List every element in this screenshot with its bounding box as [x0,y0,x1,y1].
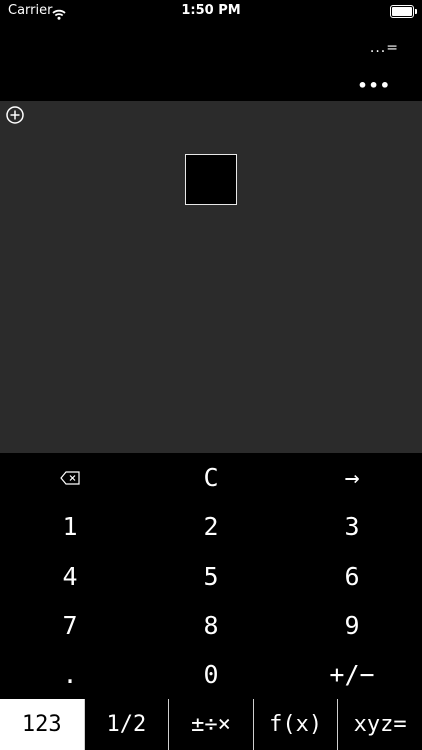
keypad: C → 1 2 3 4 5 6 7 8 9 . 0 +/− [0,453,422,699]
digit-2-key[interactable]: 2 [151,502,271,551]
plus-minus-key[interactable]: +/− [292,650,412,699]
status-time: 1:50 PM [181,3,241,18]
battery-icon [390,5,417,18]
next-arrow-key[interactable]: → [292,453,412,502]
digit-3-key[interactable]: 3 [292,502,412,551]
tab-fractions[interactable]: 1/2 [83,699,169,750]
more-options-button[interactable]: ••• [357,76,391,95]
keyboard-mode-tabs: 123 1/2 ±÷× f(x) xyz= [0,699,422,750]
tab-operators[interactable]: ±÷× [168,699,253,750]
decimal-point-key[interactable]: . [10,650,130,699]
digit-7-key[interactable]: 7 [10,601,130,650]
backspace-key[interactable] [10,453,130,502]
digit-4-key[interactable]: 4 [10,552,130,601]
tab-variables[interactable]: xyz= [337,699,422,750]
digit-9-key[interactable]: 9 [292,601,412,650]
digit-1-key[interactable]: 1 [10,502,130,551]
digit-5-key[interactable]: 5 [151,552,271,601]
digit-0-key[interactable]: 0 [151,650,271,699]
input-placeholder-box[interactable] [185,154,237,205]
tab-numbers[interactable]: 123 [0,699,84,750]
expression-canvas[interactable] [0,101,422,453]
status-bar: Carrier 1:50 PM [0,0,422,24]
result-display: ...= ••• [0,24,422,101]
backspace-icon [60,470,80,485]
digit-6-key[interactable]: 6 [292,552,412,601]
digit-8-key[interactable]: 8 [151,601,271,650]
result-equals-label: ...= [369,40,399,56]
tab-functions[interactable]: f(x) [252,699,338,750]
clear-key[interactable]: C [151,453,271,502]
add-circle-icon[interactable] [6,106,24,124]
